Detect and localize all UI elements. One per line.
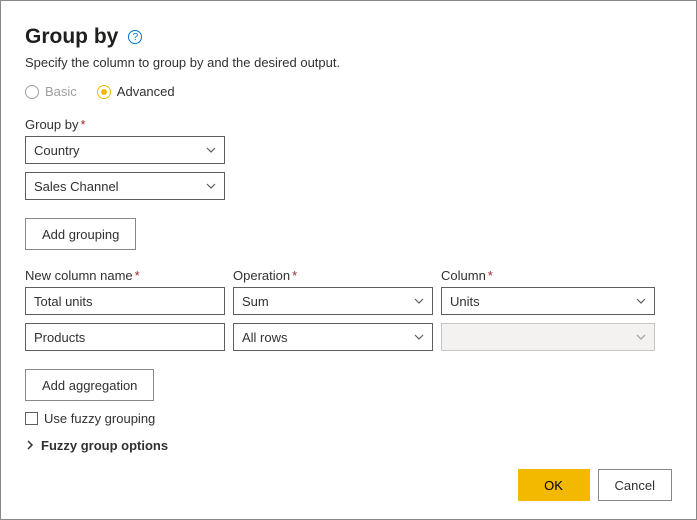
chevron-down-icon [414, 332, 424, 342]
mode-advanced-radio[interactable]: Advanced [97, 84, 175, 99]
add-grouping-button[interactable]: Add grouping [25, 218, 136, 250]
chevron-right-icon [25, 438, 35, 453]
add-aggregation-button[interactable]: Add aggregation [25, 369, 154, 401]
chevron-down-icon [414, 296, 424, 306]
operation-header: Operation* [233, 268, 433, 283]
groupby-column-select-0[interactable]: Country [25, 136, 225, 164]
select-value: Units [450, 294, 480, 309]
input-value: Total units [34, 294, 93, 309]
select-value: Sum [242, 294, 269, 309]
groupby-column-select-1[interactable]: Sales Channel [25, 172, 225, 200]
mode-basic-radio[interactable]: Basic [25, 84, 77, 99]
select-value: Sales Channel [34, 179, 119, 194]
dialog-title: Group by [25, 25, 118, 49]
cancel-button[interactable]: Cancel [598, 469, 672, 501]
help-icon[interactable]: ? [128, 30, 142, 44]
agg-column-select-1 [441, 323, 655, 351]
select-value: Country [34, 143, 80, 158]
ok-button[interactable]: OK [518, 469, 590, 501]
mode-basic-label: Basic [45, 84, 77, 99]
fuzzy-options-label: Fuzzy group options [41, 438, 168, 453]
chevron-down-icon [636, 296, 646, 306]
mode-advanced-label: Advanced [117, 84, 175, 99]
agg-column-select-0[interactable]: Units [441, 287, 655, 315]
name-header: New column name* [25, 268, 225, 283]
required-marker: * [80, 117, 85, 132]
fuzzy-checkbox-label: Use fuzzy grouping [44, 411, 155, 426]
agg-operation-select-0[interactable]: Sum [233, 287, 433, 315]
radio-icon [25, 85, 39, 99]
mode-radio-group: Basic Advanced [25, 84, 672, 99]
agg-name-input-1[interactable]: Products [25, 323, 225, 351]
fuzzy-options-expander[interactable]: Fuzzy group options [25, 438, 672, 453]
input-value: Products [34, 330, 85, 345]
checkbox-icon [25, 412, 38, 425]
select-value: All rows [242, 330, 288, 345]
group-by-dialog: Group by ? Specify the column to group b… [0, 0, 697, 520]
agg-name-input-0[interactable]: Total units [25, 287, 225, 315]
chevron-down-icon [206, 181, 216, 191]
dialog-subtitle: Specify the column to group by and the d… [25, 55, 672, 70]
fuzzy-checkbox[interactable]: Use fuzzy grouping [25, 411, 672, 426]
groupby-label: Group by* [25, 117, 672, 132]
column-header: Column* [441, 268, 655, 283]
agg-operation-select-1[interactable]: All rows [233, 323, 433, 351]
chevron-down-icon [206, 145, 216, 155]
dialog-footer: OK Cancel [518, 469, 672, 501]
chevron-down-icon [636, 332, 646, 342]
radio-icon [97, 85, 111, 99]
